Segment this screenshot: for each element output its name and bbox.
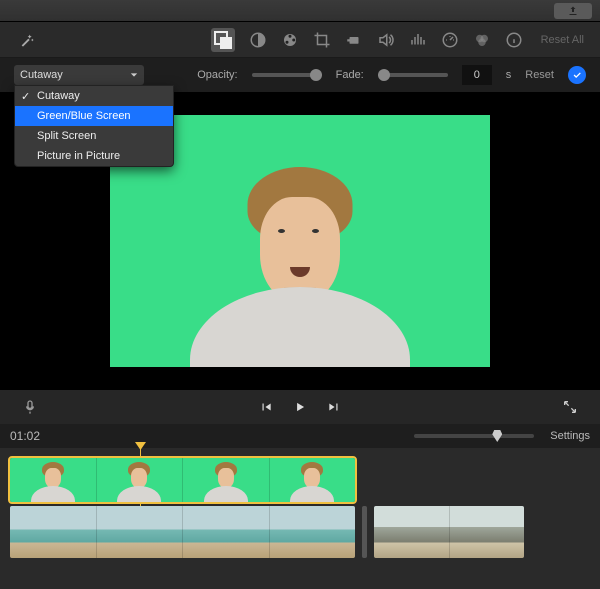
- timeline-header: 01:02 Settings: [0, 424, 600, 448]
- fullscreen-button[interactable]: [562, 399, 578, 415]
- crop-tool[interactable]: [313, 31, 331, 49]
- reset-button[interactable]: Reset: [525, 69, 554, 81]
- play-button[interactable]: [293, 400, 307, 414]
- primary-track: [10, 506, 590, 558]
- color-tool[interactable]: [281, 31, 299, 49]
- chevron-down-icon: [130, 71, 138, 79]
- apply-check-button[interactable]: [568, 66, 586, 84]
- transport-bar: [0, 390, 600, 424]
- share-icon: [567, 5, 579, 17]
- fade-value-field[interactable]: 0: [462, 65, 492, 85]
- fade-slider[interactable]: [378, 69, 448, 81]
- voiceover-button[interactable]: [22, 399, 38, 415]
- dropdown-item-split[interactable]: Split Screen: [15, 126, 173, 146]
- wand-icon: [19, 32, 35, 48]
- dropdown-value: Cutaway: [20, 69, 63, 81]
- reset-all-button[interactable]: Reset All: [541, 34, 584, 46]
- stabilize-tool[interactable]: [345, 31, 363, 49]
- tool-icons: [211, 28, 523, 52]
- clip-gap-handle[interactable]: [362, 506, 367, 558]
- opacity-label: Opacity:: [197, 69, 237, 81]
- next-button[interactable]: [327, 400, 341, 414]
- magic-wand-button[interactable]: [16, 29, 38, 51]
- filter-tool[interactable]: [249, 31, 267, 49]
- speed-tool[interactable]: [441, 31, 459, 49]
- inspector-toolbar: Reset All: [0, 22, 600, 58]
- overlay-mode-dropdown[interactable]: Cutaway Cutaway Green/Blue Screen Split …: [14, 65, 144, 85]
- dropdown-menu: Cutaway Green/Blue Screen Split Screen P…: [14, 85, 174, 167]
- prev-button[interactable]: [259, 400, 273, 414]
- window-titlebar: [0, 0, 600, 22]
- share-button[interactable]: [554, 3, 592, 19]
- check-icon: [572, 70, 582, 80]
- zoom-slider[interactable]: [414, 434, 534, 438]
- info-tool[interactable]: [505, 31, 523, 49]
- subject-placeholder: [200, 157, 400, 367]
- fade-label: Fade:: [336, 69, 364, 81]
- overlay-track: [10, 458, 590, 502]
- timeline[interactable]: [0, 448, 600, 589]
- fade-unit: s: [506, 69, 512, 81]
- eq-tool[interactable]: [409, 31, 427, 49]
- opacity-slider[interactable]: [252, 69, 322, 81]
- dropdown-item-pip[interactable]: Picture in Picture: [15, 146, 173, 166]
- dropdown-item-cutaway[interactable]: Cutaway: [15, 86, 173, 106]
- overlay-tool[interactable]: [211, 28, 235, 52]
- overlay-clip[interactable]: [10, 458, 355, 502]
- timecode: 01:02: [10, 429, 40, 443]
- audio-tool[interactable]: [377, 31, 395, 49]
- dropdown-item-greenblue[interactable]: Green/Blue Screen: [15, 106, 173, 126]
- settings-button[interactable]: Settings: [550, 430, 590, 442]
- color-balance-tool[interactable]: [473, 31, 491, 49]
- primary-clip-1[interactable]: [10, 506, 355, 558]
- overlay-controls: Cutaway Cutaway Green/Blue Screen Split …: [0, 58, 600, 92]
- primary-clip-2[interactable]: [374, 506, 524, 558]
